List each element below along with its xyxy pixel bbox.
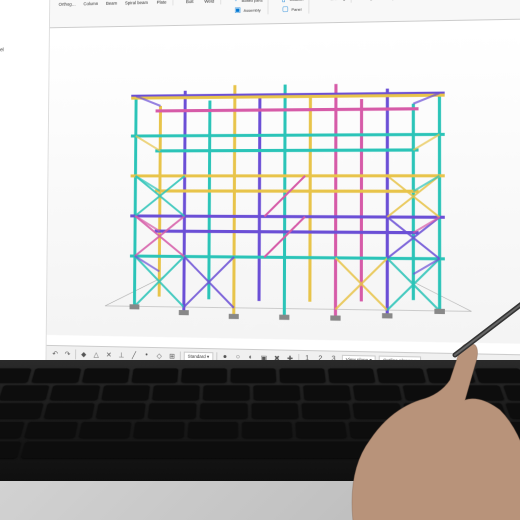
application-window: user model. It is ized. g multi-user mod…: [0, 0, 520, 386]
bolt-button[interactable]: ⚙Bolt: [182, 0, 198, 5]
laptop-frame: user model. It is ized. g multi-user mod…: [0, 0, 520, 399]
ribbon-group-draw: ◧Padding ✎Drawing: [315, 0, 351, 3]
assembly-button[interactable]: ▣Assembly: [232, 5, 263, 16]
ribbon-group-concrete: ▭Slab ▯Column ▢Panel: [275, 0, 310, 14]
panel-text: ized models.: [0, 63, 45, 72]
panel-text: ized.: [0, 11, 45, 20]
panel-text: user model. It is: [0, 0, 46, 3]
panel-icon: ▢: [281, 5, 289, 13]
plate-button[interactable]: ▱Plate: [154, 0, 170, 6]
snap-point-button[interactable]: •: [142, 350, 152, 360]
orthogonal-button[interactable]: ⊞Orthog…: [57, 0, 78, 8]
snap-mid-button[interactable]: △: [91, 349, 101, 359]
column-button[interactable]: ▯Column: [82, 0, 101, 7]
drawing-button[interactable]: ✎Drawing: [318, 0, 347, 3]
panel-button[interactable]: ▢Panel: [279, 4, 303, 14]
assembly-icon: ▣: [234, 6, 242, 14]
3d-viewport[interactable]: [47, 19, 520, 354]
parts-icon: ◦: [232, 0, 240, 4]
snap-perp-button[interactable]: ⊥: [116, 350, 126, 360]
separator: [75, 349, 76, 359]
snap-line-button[interactable]: ╱: [129, 350, 139, 360]
screen-bezel: user model. It is ized. g multi-user mod…: [0, 0, 520, 399]
snap-end-button[interactable]: ◆: [79, 349, 89, 359]
column2-icon: ▯: [280, 0, 288, 3]
ribbon-group-steel: ⊞Orthog… ▯Column 〰Beam ◯Spiral beam ▱Pla…: [54, 0, 173, 8]
snap-int-button[interactable]: ✕: [104, 350, 114, 360]
weld-button[interactable]: ✦Weld: [201, 0, 217, 5]
structural-model: [47, 19, 520, 354]
ribbon-group-connect: ⚙Bolt ✦Weld: [179, 0, 221, 5]
drawing-icon: ✎: [320, 0, 328, 2]
laptop-keyboard: [0, 360, 520, 481]
main-area: ⊞Orthog… ▯Column 〰Beam ◯Spiral beam ▱Pla…: [46, 0, 520, 386]
ribbon-group-rebar: ≡Longitudinal: [357, 0, 393, 2]
panel-text: multi-user model: [0, 46, 45, 55]
window-button[interactable]: ▦Window: [402, 0, 423, 1]
undo-button[interactable]: ↶: [50, 348, 60, 358]
ribbon-group-assembly: ▬Beam ◦Bolted parts ▣Assembly: [227, 0, 269, 15]
beam-button[interactable]: 〰Beam: [104, 0, 119, 7]
ribbon-group-window: ▦Window: [399, 0, 426, 1]
redo-button[interactable]: ↷: [63, 349, 73, 359]
longitudinal-button[interactable]: ≡Longitudinal: [360, 0, 389, 2]
panel-text: g: [0, 28, 45, 37]
left-side-panel: user model. It is ized. g multi-user mod…: [0, 0, 50, 375]
spiral-beam-button[interactable]: ◯Spiral beam: [123, 0, 150, 6]
